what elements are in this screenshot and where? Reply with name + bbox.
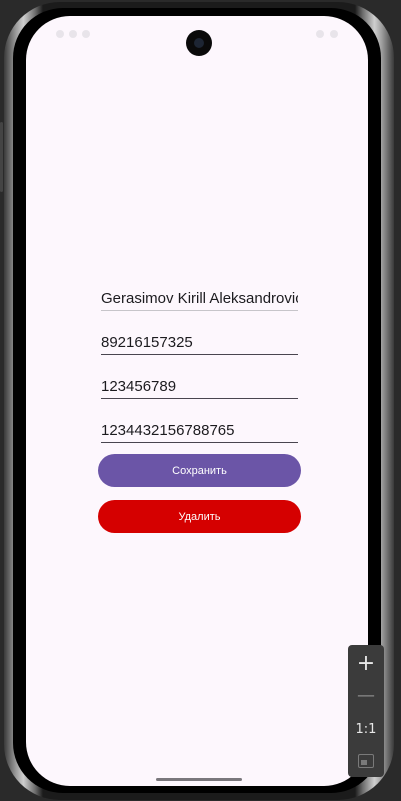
delete-button[interactable]: Удалить (98, 500, 301, 533)
notification-icon (69, 30, 77, 38)
fit-screen-icon (358, 754, 374, 768)
volume-button (0, 122, 3, 192)
fit-screen-button[interactable] (348, 746, 384, 776)
phone-field (101, 322, 298, 355)
zoom-out-button[interactable]: — (348, 680, 384, 710)
status-icons-right (316, 30, 338, 38)
name-field (101, 278, 298, 311)
status-icons-left (56, 30, 90, 38)
home-indicator[interactable] (156, 778, 242, 781)
zoom-in-button[interactable]: + (348, 648, 384, 678)
app-screen: Сохранить Удалить (26, 16, 368, 786)
wifi-icon (316, 30, 324, 38)
number-input[interactable] (101, 375, 298, 397)
front-camera-icon (186, 30, 212, 56)
phone-input[interactable] (101, 331, 298, 353)
status-bar (26, 16, 368, 56)
save-button[interactable]: Сохранить (98, 454, 301, 487)
notification-icon (82, 30, 90, 38)
number-field (101, 366, 298, 399)
emulator-zoom-panel: + — 1:1 (348, 645, 384, 777)
card-number-input[interactable] (101, 419, 298, 441)
card-number-field (101, 410, 298, 443)
name-input[interactable] (101, 287, 298, 309)
zoom-reset-button[interactable]: 1:1 (348, 714, 384, 744)
device-emulator: Сохранить Удалить + — 1:1 (0, 0, 401, 801)
notification-icon (56, 30, 64, 38)
battery-icon (330, 30, 338, 38)
contact-form (101, 278, 298, 454)
